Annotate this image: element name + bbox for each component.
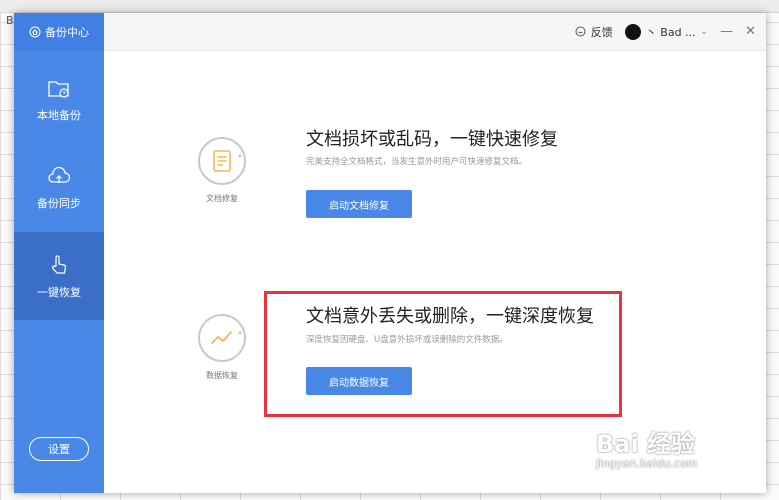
sidebar-title: 备份中心 (45, 26, 89, 39)
doc-repair-subtitle: 完美支持全文档格式，当发生意外时用户可快速修复文档。 (306, 157, 528, 167)
home-icon (29, 26, 41, 38)
folder-clock-icon (48, 81, 69, 98)
minimize-button[interactable]: — (720, 24, 733, 39)
avatar (624, 23, 641, 40)
data-recovery-icon-label: 数据恢复 (206, 371, 238, 380)
sidebar-item-local-backup[interactable]: 本地备份 (14, 55, 104, 143)
watermark-url: jingyan.baidu.com (596, 457, 698, 470)
sidebar: 备份中心 本地备份 备份同步 一键恢复 设置 (14, 13, 104, 493)
sidebar-item-label: 本地备份 (37, 109, 81, 122)
user-menu[interactable]: 丶 Bad ... ⌄ (624, 23, 709, 40)
chat-icon (575, 26, 586, 37)
start-doc-repair-button[interactable]: 启动文档修复 (306, 190, 412, 218)
backup-center-dialog: 备份中心 本地备份 备份同步 一键恢复 设置 反馈 丶 Bad ... ⌄ — … (14, 13, 766, 493)
close-button[interactable]: ✕ (745, 24, 756, 39)
doc-repair-icon-label: 文档修复 (206, 194, 238, 203)
spreadsheet-toolbar (0, 0, 779, 13)
watermark-main: Bai 经验 (596, 430, 696, 458)
cloud-upload-icon (48, 166, 71, 183)
column-header: B (6, 14, 14, 27)
red-highlight-box (264, 291, 622, 417)
sidebar-item-label: 备份同步 (37, 197, 81, 210)
baidu-watermark: Bai 经验 jingyan.baidu.com (596, 424, 698, 470)
trend-line-icon (211, 330, 242, 344)
feedback-label: 反馈 (590, 25, 613, 39)
sidebar-item-backup-sync[interactable]: 备份同步 (14, 143, 104, 231)
hand-pointer-icon (52, 255, 67, 274)
user-name: 丶 Bad ... (645, 25, 696, 39)
feedback-button[interactable]: 反馈 (575, 24, 613, 40)
sidebar-item-one-click-restore[interactable]: 一键恢复 (14, 232, 104, 320)
titlebar: 反馈 丶 Bad ... ⌄ — ✕ (104, 13, 766, 51)
settings-button[interactable]: 设置 (29, 437, 89, 461)
doc-repair-title: 文档损坏或乱码，一键快速修复 (306, 129, 558, 150)
document-icon (213, 150, 242, 172)
sidebar-item-label: 一键恢复 (37, 286, 81, 299)
chevron-down-icon: ⌄ (700, 26, 709, 37)
data-recovery-ring (198, 314, 246, 362)
sidebar-header: 备份中心 (14, 13, 104, 51)
doc-repair-ring (198, 137, 246, 185)
